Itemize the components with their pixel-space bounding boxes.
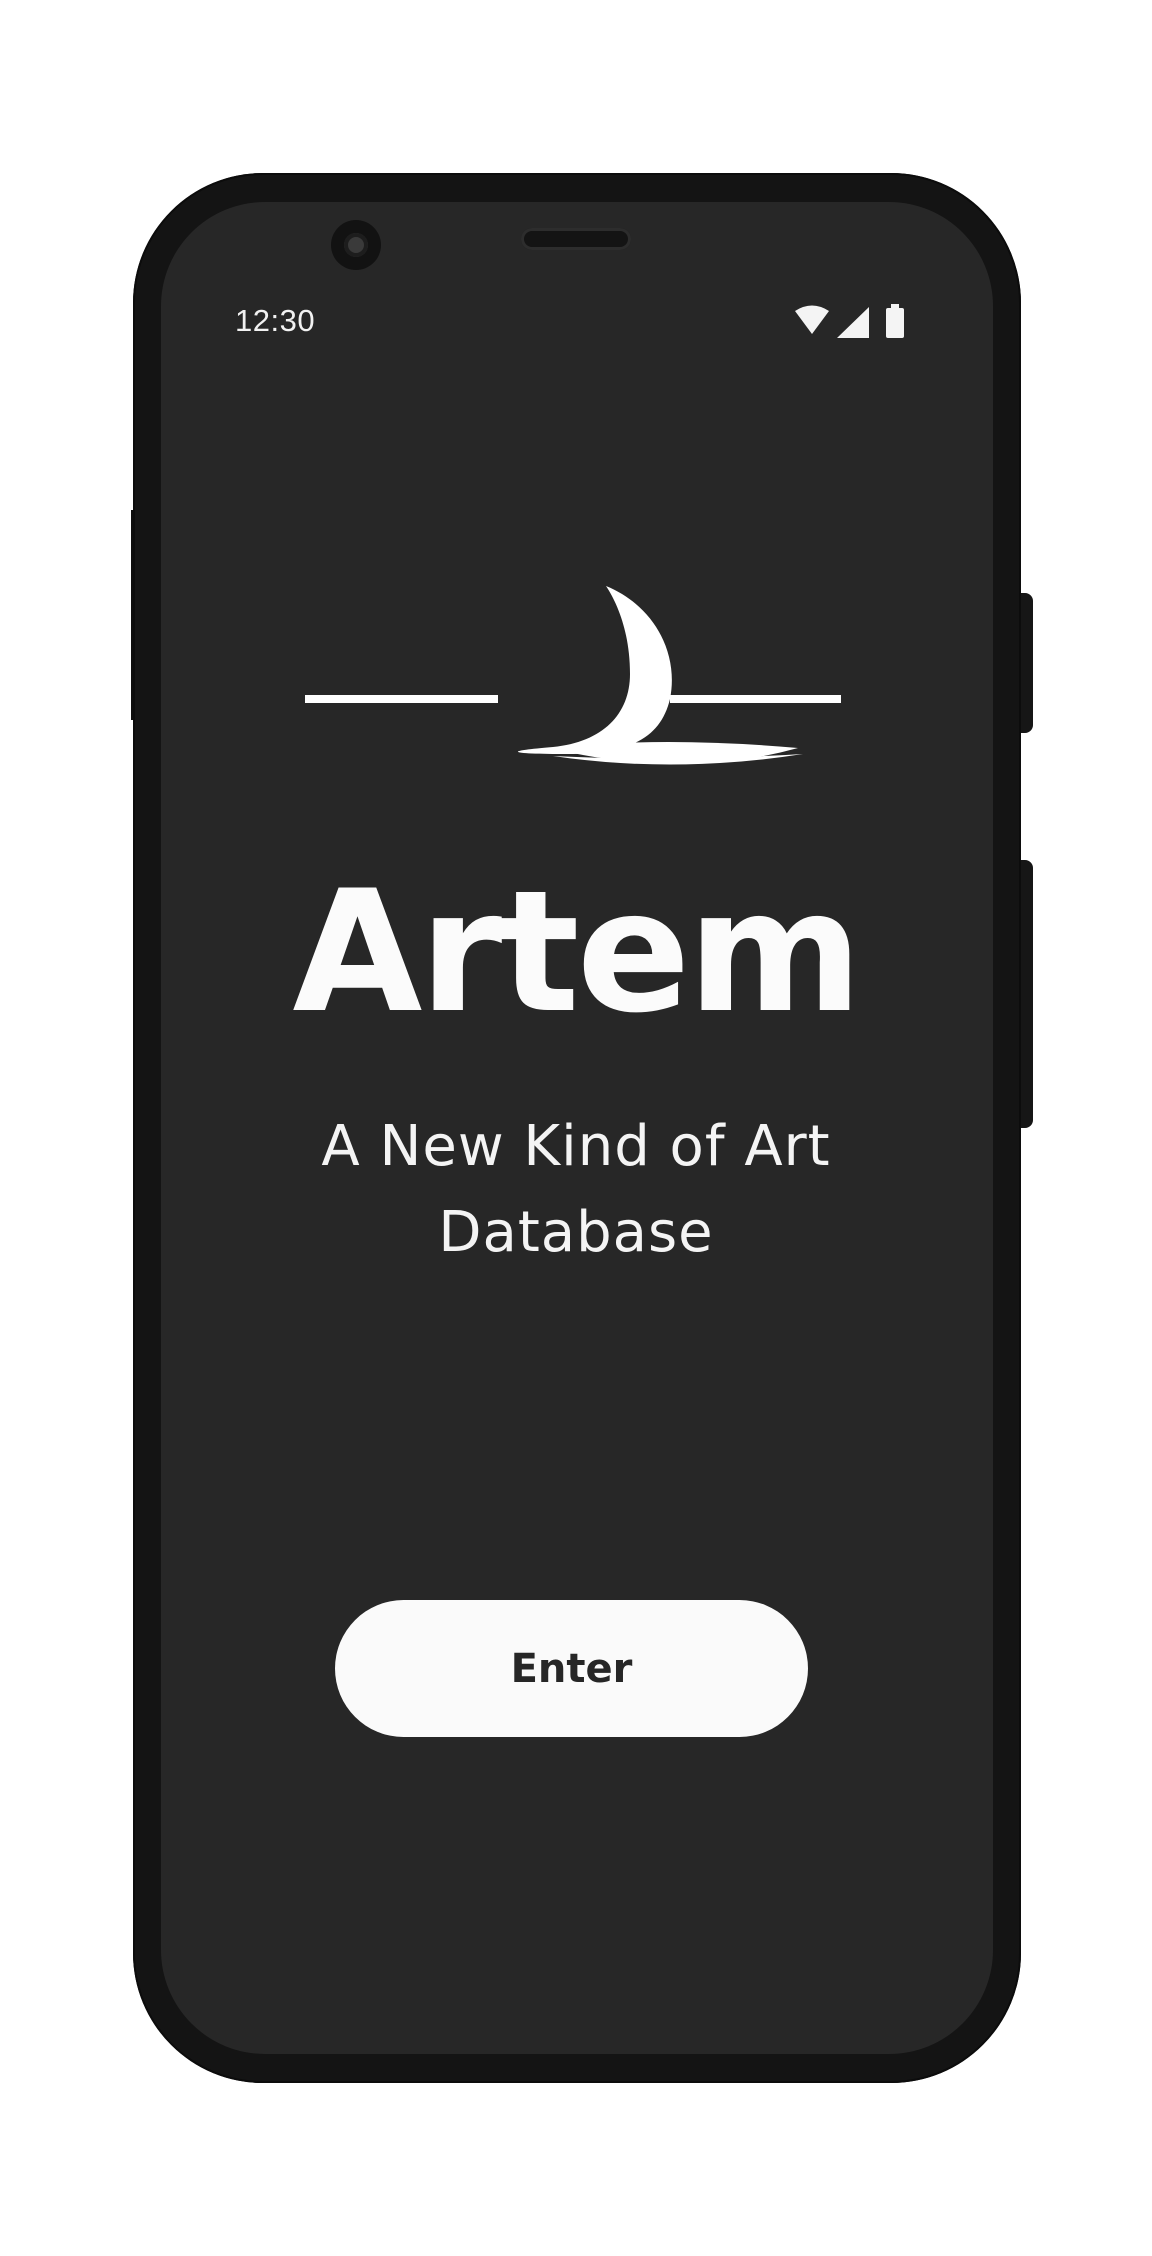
power-button [1019,593,1033,733]
front-camera-icon [331,220,381,270]
app-tagline: A New Kind of Art Database [276,1104,876,1276]
tagline-line-2: Database [438,1200,714,1265]
page: 12:30 Artem A New Kind of Art Database E… [0,0,1152,2256]
horizon-line-right [670,695,841,703]
moon-horizon-logo [305,586,841,765]
horizon-line-left [305,695,498,703]
status-time: 12:30 [235,303,316,338]
camera-lens [344,233,368,257]
status-icons [795,304,904,338]
app-title: Artem [292,854,862,1050]
enter-button-label: Enter [510,1645,633,1692]
cellular-signal-icon [837,307,869,338]
earpiece-speaker [521,228,631,250]
tagline-line-1: A New Kind of Art [321,1114,831,1179]
wifi-icon [795,305,829,334]
crescent-moon-icon [517,586,672,754]
enter-button[interactable]: Enter [335,1600,808,1737]
battery-icon [886,304,904,338]
